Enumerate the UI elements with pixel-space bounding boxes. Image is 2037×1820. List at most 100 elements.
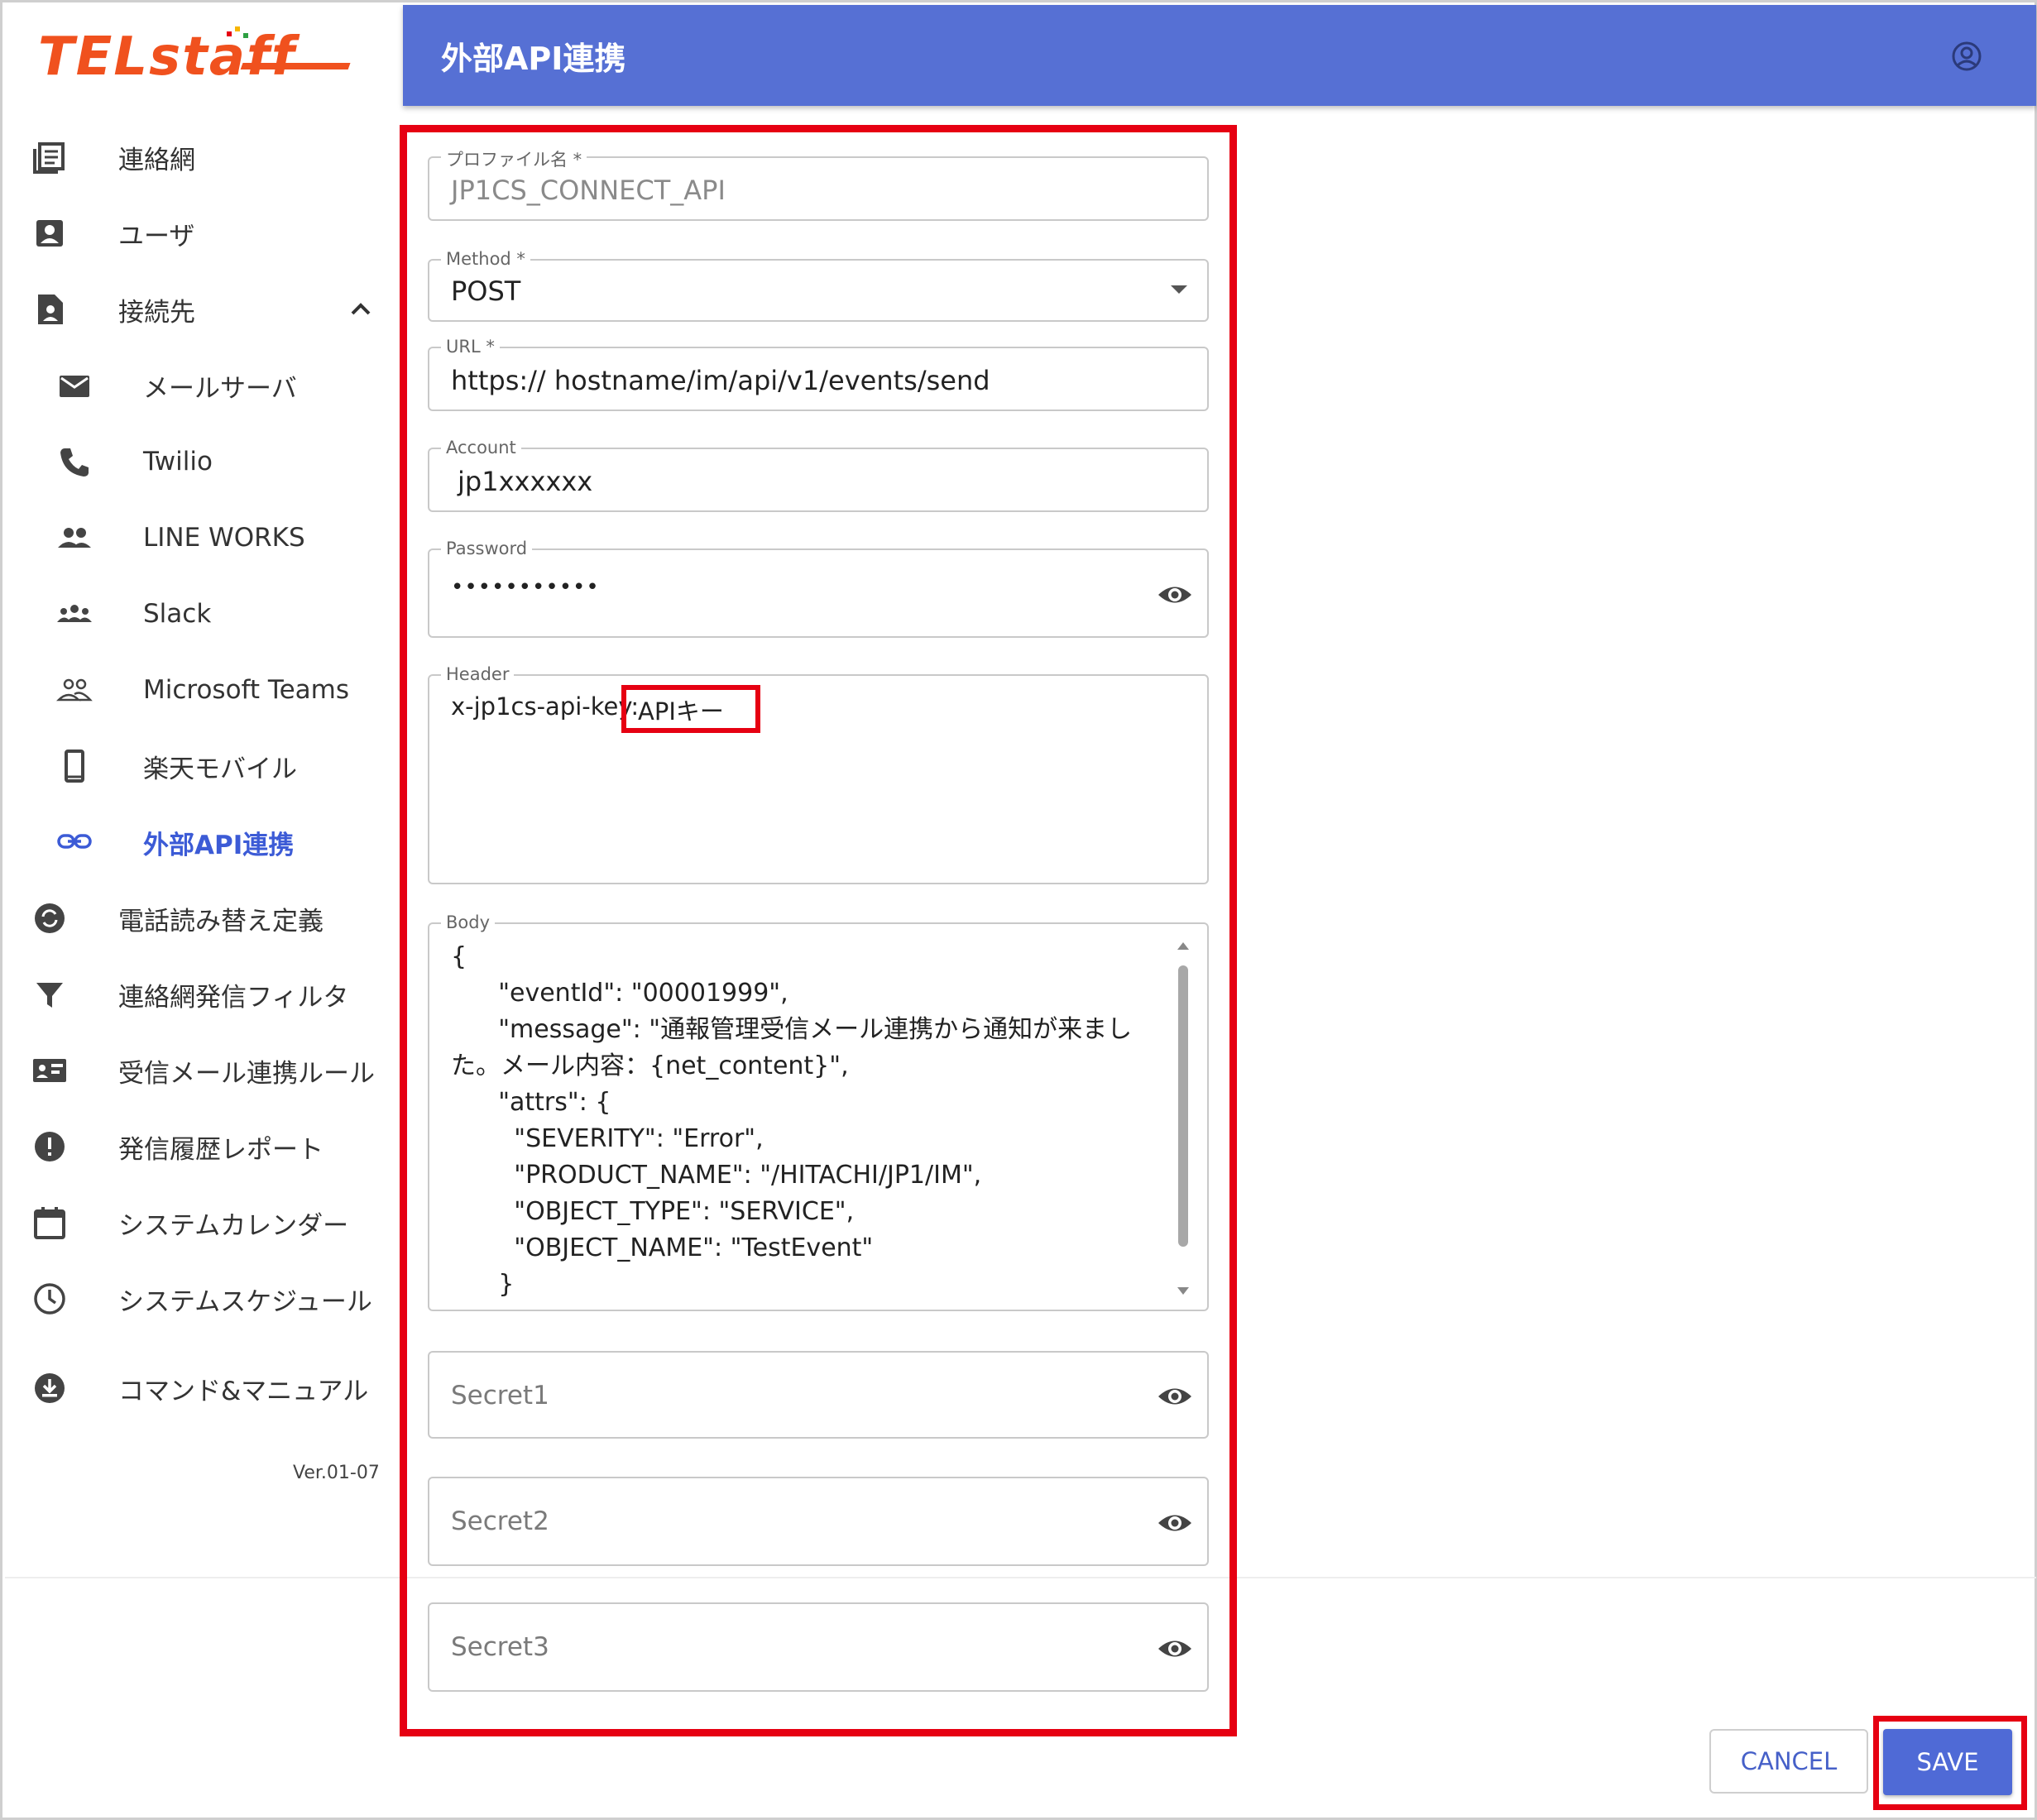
sidebar-item-mail-server[interactable]: メールサーバ (5, 352, 394, 419)
secret1-field[interactable]: Secret1 (428, 1351, 1209, 1439)
sidebar-item-command-manual[interactable]: コマンド&マニュアル (5, 1355, 394, 1421)
field-label: Account (441, 438, 521, 457)
sidebar-item-connections[interactable]: 接続先 (5, 276, 394, 342)
eye-icon[interactable] (1156, 1504, 1194, 1542)
sidebar-item-label: ユーザ (118, 221, 195, 251)
sidebar-item-label: 受信メール連携ルール (118, 1058, 375, 1089)
sidebar: 連絡網 ユーザ 接続先 メールサーバ Twilio LINE WORKS Sla… (5, 106, 394, 1578)
secret3-field[interactable]: Secret3 (428, 1602, 1209, 1692)
field-value: POST (451, 275, 521, 307)
telstaff-logo: TELstaff (38, 26, 351, 88)
sidebar-item-microsoft-teams[interactable]: Microsoft Teams (5, 657, 394, 723)
mail-icon (60, 376, 89, 397)
logo: TELstaff (5, 5, 402, 106)
version-label: Ver.01-07 (293, 1463, 380, 1483)
sidebar-item-system-schedule[interactable]: システムスケジュール (5, 1266, 394, 1332)
eye-icon[interactable] (1156, 1630, 1194, 1668)
sidebar-item-label: 外部API連携 (143, 830, 295, 860)
body-line: "OBJECT_NAME": "TestEvent" (451, 1233, 874, 1262)
eye-icon[interactable] (1156, 576, 1194, 614)
sidebar-item-label: Twilio (143, 447, 213, 477)
body-text: { "eventId": "00001999", "message": "通報管… (451, 939, 1146, 1303)
sidebar-item-contact-network[interactable]: 連絡網 (5, 124, 394, 190)
link-icon (57, 834, 92, 849)
sidebar-item-label: 発信履歴レポート (118, 1134, 324, 1165)
sidebar-item-twilio[interactable]: Twilio (5, 429, 394, 495)
sidebar-item-label: メールサーバ (143, 373, 297, 404)
sync-circle-icon (35, 903, 65, 933)
profile-name-field[interactable]: プロファイル名 * JP1CS_CONNECT_API (428, 146, 1209, 221)
sidebar-item-phone-reading[interactable]: 電話読み替え定義 (5, 885, 394, 951)
header-field[interactable]: Header x-jp1cs-api-key: APIキー (428, 664, 1209, 884)
scroll-up-arrow-icon[interactable] (1177, 941, 1190, 951)
field-value: ••••••••••• (451, 575, 600, 600)
sidebar-item-label: LINE WORKS (143, 523, 305, 553)
sidebar-item-call-filter[interactable]: 連絡網発信フィルタ (5, 961, 394, 1027)
password-field[interactable]: Password ••••••••••• (428, 539, 1209, 638)
body-line: } (451, 1270, 515, 1299)
field-value: https:// hostname/im/api/v1/events/send (451, 365, 990, 396)
body-field[interactable]: Body { "eventId": "00001999", "message":… (428, 912, 1209, 1311)
account-field[interactable]: Account jp1xxxxxx (428, 438, 1209, 512)
sidebar-item-label: Slack (143, 599, 212, 629)
field-placeholder: Secret3 (451, 1632, 549, 1662)
people-icon (58, 528, 91, 548)
url-field[interactable]: URL * https:// hostname/im/api/v1/events… (428, 337, 1209, 411)
smartphone-icon (65, 750, 84, 783)
sidebar-item-label: システムカレンダー (118, 1210, 349, 1241)
contact-mail-icon (33, 1059, 66, 1082)
sidebar-item-label: 連絡網発信フィルタ (118, 982, 349, 1013)
sidebar-item-call-history[interactable]: 発信履歴レポート (5, 1114, 394, 1180)
page-title: 外部API連携 (441, 41, 626, 77)
dropdown-arrow-icon[interactable] (1169, 284, 1189, 295)
account-box-icon (36, 220, 63, 247)
document-person-icon (38, 295, 63, 324)
secret2-field[interactable]: Secret2 (428, 1477, 1209, 1566)
field-label: Password (441, 539, 533, 558)
sidebar-item-label: コマンド&マニュアル (118, 1376, 369, 1406)
body-line: "message": "通報管理受信メール連携から通知が来まし (451, 1015, 1133, 1044)
header-prefix: x-jp1cs-api-key: (451, 692, 640, 721)
body-line: "attrs": { (451, 1088, 611, 1117)
body-line: "OBJECT_TYPE": "SERVICE", (451, 1197, 855, 1226)
save-button[interactable]: SAVE (1883, 1729, 2012, 1795)
body-line: "SEVERITY": "Error", (451, 1124, 764, 1153)
phone-icon (60, 448, 89, 477)
body-scrollbar[interactable] (1174, 941, 1192, 1296)
scroll-down-arrow-icon[interactable] (1177, 1286, 1190, 1296)
eye-icon[interactable] (1156, 1377, 1194, 1415)
field-value: JP1CS_CONNECT_API (451, 175, 726, 206)
sidebar-item-label: 接続先 (118, 297, 195, 328)
contact-list-icon (33, 142, 65, 174)
field-label: URL * (441, 337, 500, 357)
people-outline-icon (56, 678, 93, 702)
cancel-button[interactable]: CANCEL (1709, 1729, 1868, 1794)
sidebar-item-mail-rules[interactable]: 受信メール連携ルール (5, 1037, 394, 1104)
clock-icon (34, 1283, 65, 1315)
groups-icon (57, 605, 92, 622)
field-placeholder: Secret2 (451, 1506, 549, 1536)
field-label: Header (441, 664, 515, 684)
sidebar-item-label: Microsoft Teams (143, 675, 350, 705)
body-line: "PRODUCT_NAME": "/HITACHI/JP1/IM", (451, 1161, 982, 1190)
api-key-highlight-box (621, 685, 760, 733)
chevron-up-icon[interactable] (344, 293, 377, 326)
body-line: { (451, 942, 467, 971)
sidebar-item-system-calendar[interactable]: システムカレンダー (5, 1190, 394, 1256)
sidebar-item-users[interactable]: ユーザ (5, 200, 394, 266)
body-line: "eventId": "00001999", (451, 979, 788, 1008)
sidebar-item-label: 電話読み替え定義 (118, 906, 324, 936)
method-select[interactable]: Method * POST (428, 249, 1209, 322)
account-circle-icon[interactable] (1950, 40, 1983, 73)
sidebar-item-external-api[interactable]: 外部API連携 (5, 809, 394, 875)
error-icon (35, 1132, 65, 1161)
scrollbar-thumb[interactable] (1178, 965, 1188, 1247)
sidebar-item-line-works[interactable]: LINE WORKS (5, 505, 394, 571)
field-label: Body (441, 912, 496, 932)
sidebar-item-rakuten-mobile[interactable]: 楽天モバイル (5, 733, 394, 799)
sidebar-item-slack[interactable]: Slack (5, 581, 394, 647)
field-value: jp1xxxxxx (458, 466, 593, 497)
svg-text:TELstaff: TELstaff (38, 26, 300, 88)
sidebar-item-label: システムスケジュール (118, 1286, 372, 1317)
field-label: プロファイル名 * (441, 146, 587, 171)
